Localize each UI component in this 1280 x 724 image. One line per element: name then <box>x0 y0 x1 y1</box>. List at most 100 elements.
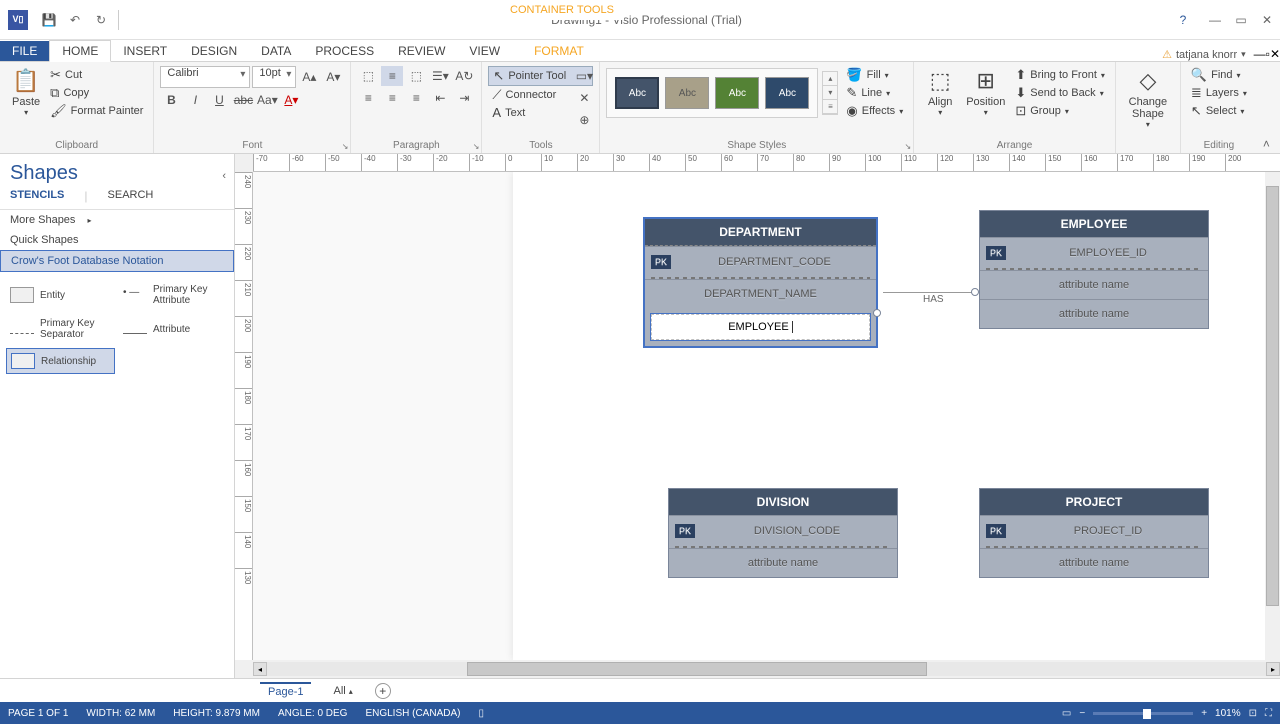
change-shape-button[interactable]: ◇Change Shape▾ <box>1122 66 1174 131</box>
font-color-button[interactable]: A▾ <box>280 90 302 110</box>
save-icon[interactable]: 💾 <box>40 11 58 29</box>
ribbon-close-icon[interactable]: ✕ <box>1270 47 1280 61</box>
minimize-icon[interactable]: — <box>1202 9 1228 31</box>
presentation-mode-icon[interactable]: ▭ <box>1062 708 1071 719</box>
font-family-select[interactable]: Calibri <box>160 66 250 88</box>
entity-department-editing-row[interactable]: EMPLOYEE <box>651 314 870 340</box>
tab-format[interactable]: FORMAT <box>522 41 596 61</box>
entity-project-pk-row[interactable]: PK PROJECT_ID <box>980 515 1208 546</box>
shape-style-gallery[interactable]: Abc Abc Abc Abc <box>606 68 818 118</box>
shape-style-4[interactable]: Abc <box>765 77 809 109</box>
align-middle-button[interactable]: ≡ <box>381 66 403 86</box>
font-size-select[interactable]: 10pt <box>252 66 296 88</box>
zoom-level[interactable]: 101% <box>1215 708 1241 719</box>
gallery-scroll[interactable]: ▴▾≡ <box>822 71 838 115</box>
add-page-button[interactable]: + <box>375 683 391 699</box>
indent-inc-button[interactable]: ⇥ <box>453 88 475 108</box>
maximize-icon[interactable]: ▭ <box>1228 9 1254 31</box>
entity-employee-title[interactable]: EMPLOYEE <box>980 211 1208 237</box>
align-center-button[interactable]: ≡ <box>381 88 403 108</box>
scroll-track-h[interactable] <box>267 662 1266 676</box>
scroll-thumb-h[interactable] <box>467 662 927 676</box>
entity-project-attr1[interactable]: attribute name <box>980 548 1208 577</box>
strike-button[interactable]: abc <box>232 90 254 110</box>
close-tool-button[interactable]: ✕ <box>573 88 595 108</box>
entity-project[interactable]: PROJECT PK PROJECT_ID attribute name <box>979 488 1209 578</box>
tab-view[interactable]: VIEW <box>457 41 512 61</box>
tab-home[interactable]: HOME <box>49 40 111 62</box>
shape-style-2[interactable]: Abc <box>665 77 709 109</box>
entity-employee[interactable]: EMPLOYEE PK EMPLOYEE_ID attribute name a… <box>979 210 1209 329</box>
page-tab-1[interactable]: Page-1 <box>260 682 311 700</box>
relationship-line-has[interactable] <box>883 292 978 293</box>
format-painter-button[interactable]: 🖌Format Painter <box>46 102 147 120</box>
fill-button[interactable]: 🪣Fill▾ <box>842 66 907 84</box>
tab-search[interactable]: SEARCH <box>108 189 154 203</box>
tab-stencils[interactable]: STENCILS <box>10 189 64 203</box>
layers-button[interactable]: ≣Layers▾ <box>1187 84 1251 102</box>
position-button[interactable]: ⊞Position▾ <box>960 66 1011 120</box>
shrink-font-button[interactable]: A▾ <box>322 67 344 87</box>
group-button[interactable]: ⊡Group▾ <box>1011 102 1109 120</box>
align-bottom-button[interactable]: ⬚ <box>405 66 427 86</box>
paste-button[interactable]: 📋 Paste ▾ <box>6 66 46 120</box>
bullets-button[interactable]: ☰▾ <box>429 66 451 86</box>
case-button[interactable]: Aa▾ <box>256 90 278 110</box>
zoom-out-icon[interactable]: − <box>1079 708 1085 719</box>
tab-insert[interactable]: INSERT <box>111 41 179 61</box>
scroll-right-button[interactable]: ▸ <box>1266 662 1280 676</box>
shape-relationship[interactable]: Relationship <box>6 348 115 374</box>
bold-button[interactable]: B <box>160 90 182 110</box>
connection-point-right[interactable] <box>873 309 881 317</box>
find-button[interactable]: 🔍Find▾ <box>1187 66 1251 84</box>
font-launcher-icon[interactable]: ↘ <box>342 142 349 151</box>
entity-division-attr1[interactable]: attribute name <box>669 548 897 577</box>
zoom-in-icon[interactable]: + <box>1201 708 1207 719</box>
line-button[interactable]: ✎Line▾ <box>842 84 907 102</box>
entity-department[interactable]: DEPARTMENT PK DEPARTMENT_CODE DEPARTMENT… <box>643 217 878 348</box>
tab-file[interactable]: FILE <box>0 41 49 61</box>
crows-foot-stencil[interactable]: Crow's Foot Database Notation <box>0 250 234 272</box>
rectangle-tool-button[interactable]: ▭▾ <box>573 66 595 86</box>
shape-entity[interactable]: Entity <box>6 280 115 310</box>
bring-front-button[interactable]: ⬆Bring to Front▾ <box>1011 66 1109 84</box>
quick-shapes-item[interactable]: Quick Shapes <box>0 230 234 250</box>
fit-page-icon[interactable]: ⊡ <box>1249 708 1257 719</box>
status-language[interactable]: ENGLISH (CANADA) <box>365 708 460 719</box>
shape-pk-attribute[interactable]: • —Primary Key Attribute <box>119 280 228 310</box>
tab-design[interactable]: DESIGN <box>179 41 249 61</box>
rotate-text-button[interactable]: A↻ <box>453 66 475 86</box>
zoom-handle[interactable] <box>1143 709 1151 719</box>
zoom-slider[interactable] <box>1093 712 1193 715</box>
collapse-panel-icon[interactable]: ‹ <box>222 170 226 182</box>
relationship-label-has[interactable]: HAS <box>923 294 944 305</box>
paragraph-launcher-icon[interactable]: ↘ <box>473 142 480 151</box>
send-back-button[interactable]: ⬇Send to Back▾ <box>1011 84 1109 102</box>
entity-project-title[interactable]: PROJECT <box>980 489 1208 515</box>
shape-style-1[interactable]: Abc <box>615 77 659 109</box>
copy-button[interactable]: ⧉Copy <box>46 84 147 102</box>
underline-button[interactable]: U <box>208 90 230 110</box>
vertical-scrollbar[interactable] <box>1265 172 1280 660</box>
shape-style-3[interactable]: Abc <box>715 77 759 109</box>
user-account[interactable]: ⚠ tatjana knorr ▾ <box>1162 48 1254 61</box>
indent-dec-button[interactable]: ⇤ <box>429 88 451 108</box>
status-page[interactable]: PAGE 1 OF 1 <box>8 708 68 719</box>
undo-icon[interactable]: ↶ <box>66 11 84 29</box>
more-shapes-item[interactable]: More Shapes▸ <box>0 210 234 230</box>
entity-employee-pk-row[interactable]: PK EMPLOYEE_ID <box>980 237 1208 268</box>
entity-division-pk-row[interactable]: PK DIVISION_CODE <box>669 515 897 546</box>
scroll-left-button[interactable]: ◂ <box>253 662 267 676</box>
entity-department-name-row[interactable]: DEPARTMENT_NAME <box>645 279 876 308</box>
help-icon[interactable]: ? <box>1174 11 1192 29</box>
cut-button[interactable]: ✂Cut <box>46 66 147 84</box>
tab-process[interactable]: PROCESS <box>303 41 386 61</box>
connection-point-button[interactable]: ⊕ <box>573 110 595 130</box>
entity-division-title[interactable]: DIVISION <box>669 489 897 515</box>
grow-font-button[interactable]: A▴ <box>298 67 320 87</box>
italic-button[interactable]: I <box>184 90 206 110</box>
scroll-thumb-v[interactable] <box>1266 186 1279 606</box>
tab-review[interactable]: REVIEW <box>386 41 457 61</box>
shape-styles-launcher-icon[interactable]: ↘ <box>905 142 912 151</box>
entity-employee-attr2[interactable]: attribute name <box>980 299 1208 328</box>
